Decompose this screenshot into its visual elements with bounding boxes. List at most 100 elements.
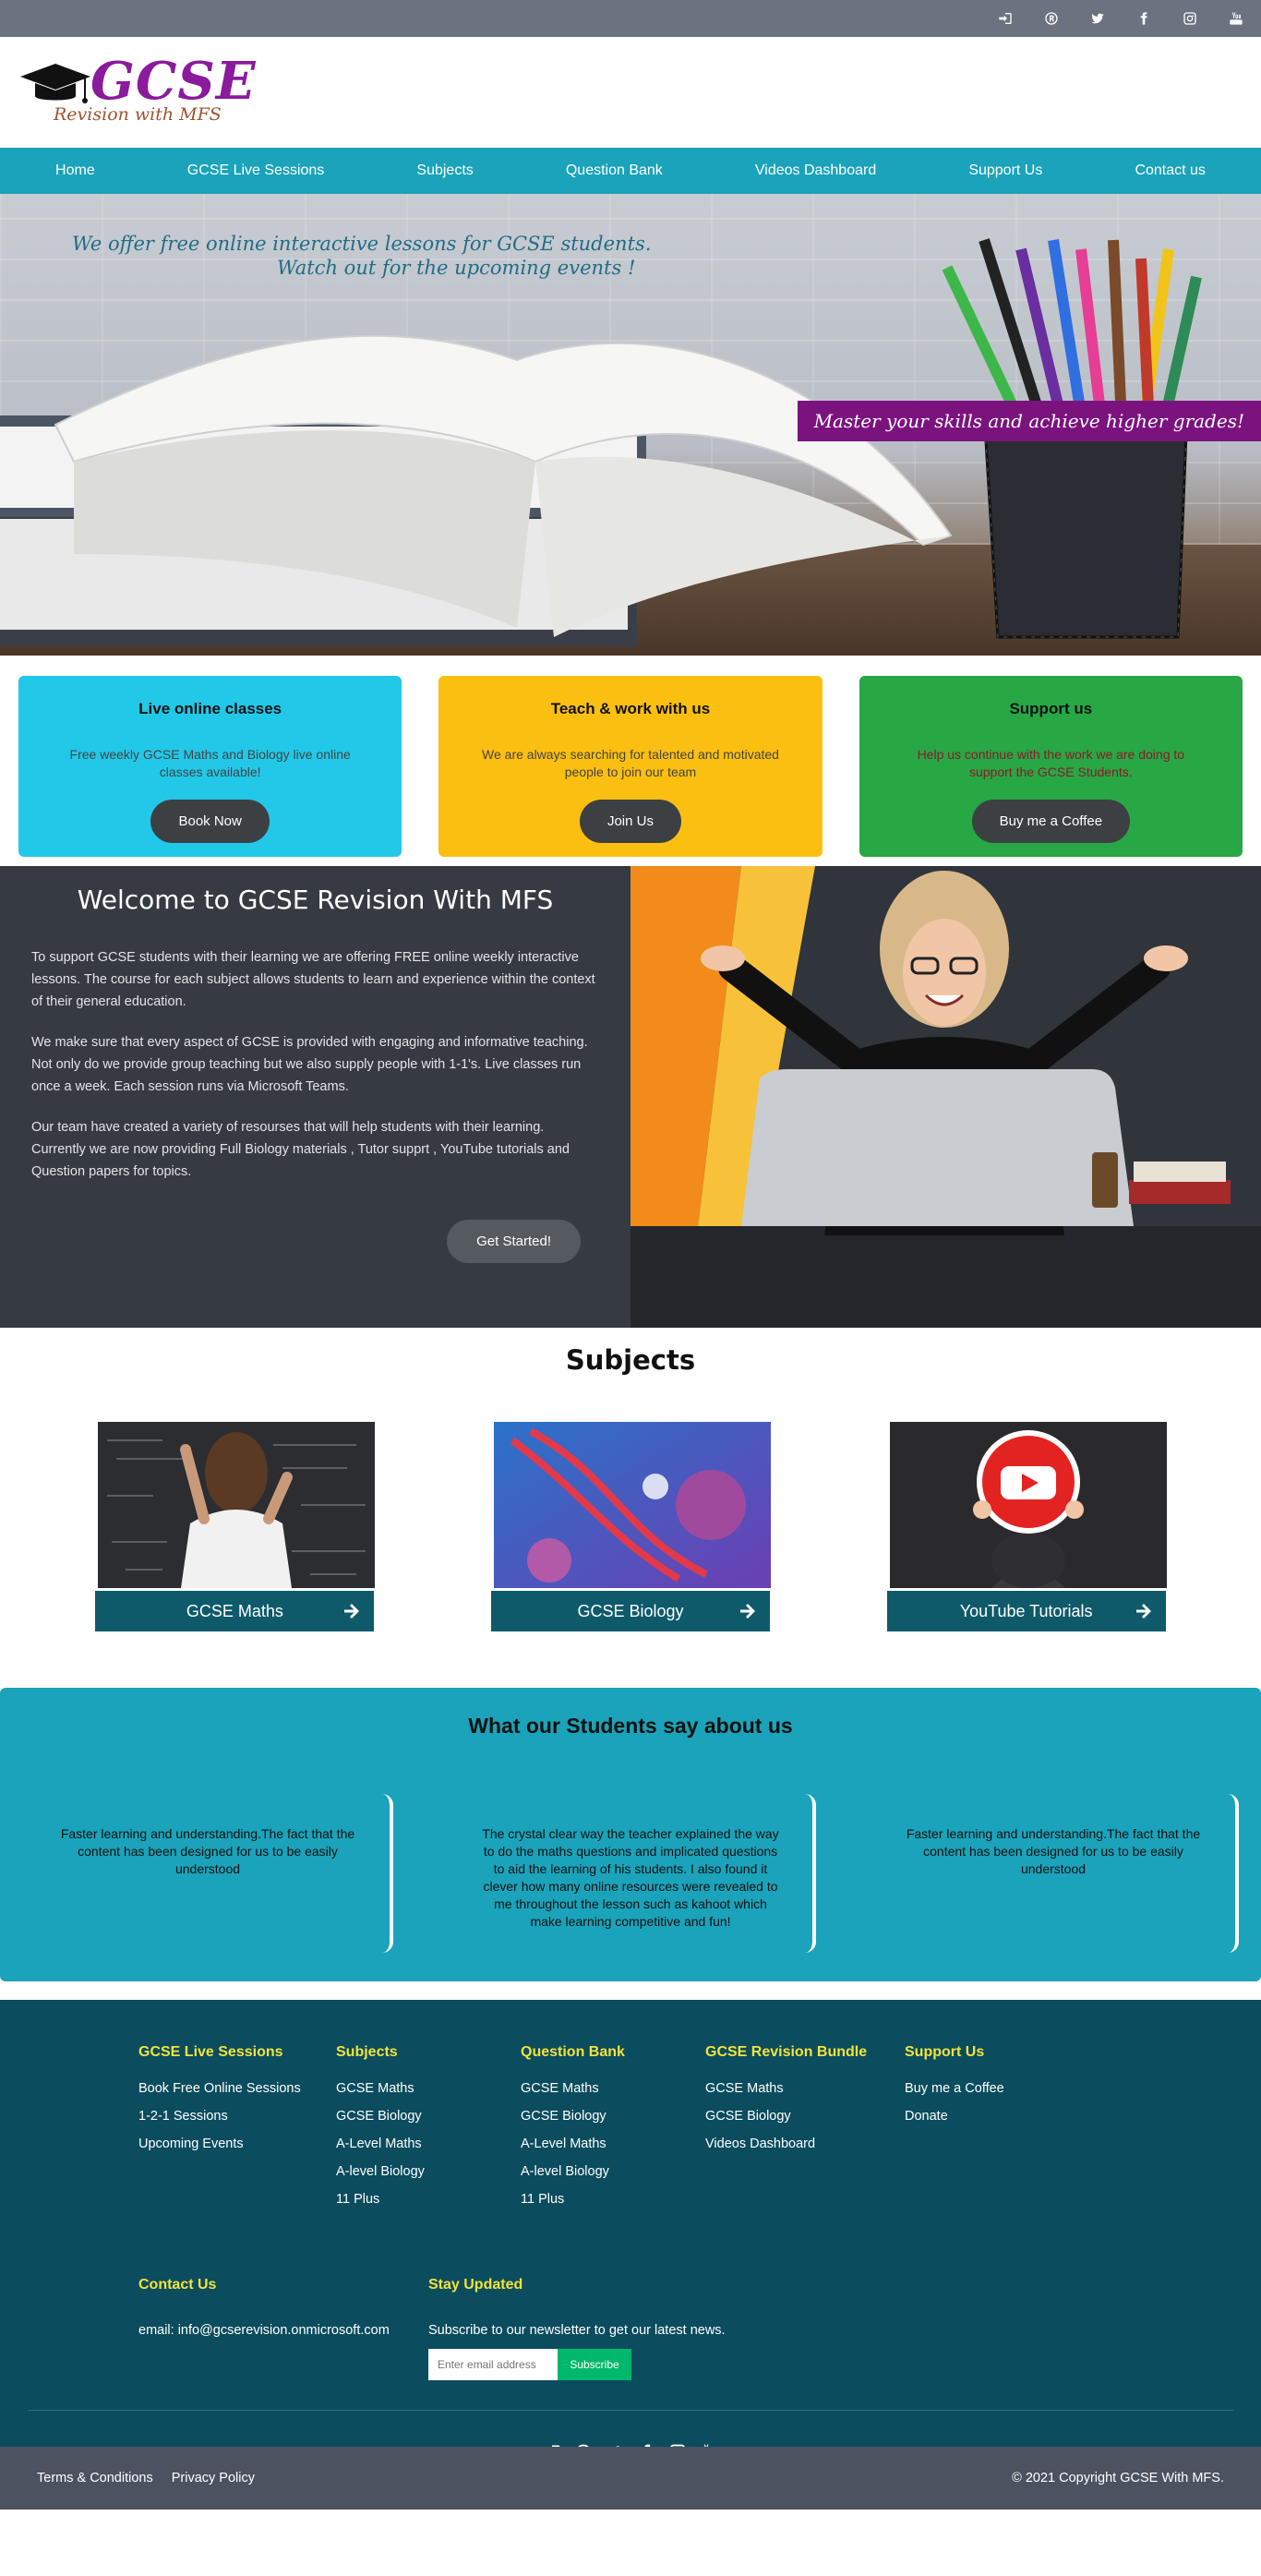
contact-email[interactable]: email: info@gcserevision.onmicrosoft.com bbox=[138, 2323, 390, 2338]
footer-link[interactable]: GCSE Biology bbox=[705, 2109, 905, 2124]
subscribe-form: Subscribe bbox=[428, 2349, 726, 2380]
subject-bar[interactable]: GCSE Maths bbox=[95, 1591, 375, 1631]
youtube-icon[interactable] bbox=[1228, 10, 1244, 27]
nav-live-sessions[interactable]: GCSE Live Sessions bbox=[187, 163, 325, 179]
youtube-tutorials-image bbox=[889, 1422, 1167, 1588]
footer-link[interactable]: A-level Biology bbox=[521, 2164, 705, 2179]
subject-card-maths[interactable]: GCSE Maths bbox=[95, 1422, 376, 1631]
nav-contact-us[interactable]: Contact us bbox=[1135, 163, 1205, 179]
card-text: Free weekly GCSE Maths and Biology live … bbox=[69, 747, 351, 779]
footer-col-support-us: Support Us Buy me a Coffee Donate bbox=[905, 2044, 1052, 2220]
site-footer: GCSE Live Sessions Book Free Online Sess… bbox=[0, 2000, 1261, 2510]
testimonial-quote: Faster learning and understanding.The fa… bbox=[864, 1794, 1243, 1956]
card-text: We are always searching for talented and… bbox=[482, 747, 779, 779]
nav-question-bank[interactable]: Question Bank bbox=[566, 163, 663, 179]
footer-link[interactable]: Donate bbox=[905, 2109, 1052, 2124]
facebook-icon[interactable] bbox=[1135, 10, 1152, 27]
nav-subjects[interactable]: Subjects bbox=[416, 163, 473, 179]
footer-link[interactable]: A-Level Maths bbox=[336, 2137, 521, 2151]
footer-col-title: GCSE Live Sessions bbox=[138, 2044, 283, 2060]
hero-tagline-banner: Master your skills and achieve higher gr… bbox=[797, 401, 1261, 441]
footer-link[interactable]: Buy me a Coffee bbox=[905, 2081, 1052, 2096]
site-header: GCSE Revision with MFS bbox=[0, 37, 1261, 148]
footer-divider bbox=[28, 2410, 1233, 2411]
logo-tagline: Revision with MFS bbox=[54, 104, 222, 125]
welcome-paragraph: We make sure that every aspect of GCSE i… bbox=[31, 1035, 588, 1094]
subject-card-youtube[interactable]: YouTube Tutorials bbox=[886, 1422, 1167, 1631]
login-icon[interactable] bbox=[997, 10, 1014, 27]
footer-contact: Contact Us email: info@gcserevision.onmi… bbox=[138, 2277, 390, 2338]
arrow-right-icon bbox=[739, 1604, 755, 1619]
footer-col-live-sessions: GCSE Live Sessions Book Free Online Sess… bbox=[138, 2044, 336, 2220]
open-book-illustration bbox=[0, 334, 953, 646]
footer-link[interactable]: GCSE Maths bbox=[521, 2081, 705, 2096]
main-nav: Home GCSE Live Sessions Subjects Questio… bbox=[0, 148, 1261, 194]
card-live-classes: Live online classes Free weekly GCSE Mat… bbox=[18, 676, 402, 857]
footer-link[interactable]: GCSE Biology bbox=[521, 2109, 705, 2124]
testimonials-title: What our Students say about us bbox=[468, 1714, 793, 1738]
buy-coffee-button[interactable]: Buy me a Coffee bbox=[971, 800, 1131, 843]
footer-link[interactable]: GCSE Maths bbox=[336, 2081, 521, 2096]
subject-bar[interactable]: GCSE Biology bbox=[490, 1591, 770, 1631]
top-bar bbox=[0, 0, 1261, 37]
welcome-title: Welcome to GCSE Revision With MFS bbox=[77, 885, 554, 915]
footer-col-title: Question Bank bbox=[521, 2044, 625, 2060]
arrow-right-icon bbox=[344, 1604, 360, 1619]
footer-link[interactable]: Videos Dashboard bbox=[705, 2137, 905, 2151]
join-us-button[interactable]: Join Us bbox=[579, 800, 681, 843]
feature-cards: Live online classes Free weekly GCSE Mat… bbox=[0, 656, 1261, 866]
footer-newsletter: Stay Updated Subscribe to our newsletter… bbox=[428, 2277, 726, 2380]
newsletter-title: Stay Updated bbox=[428, 2277, 523, 2293]
footer-col-title: Support Us bbox=[905, 2044, 985, 2060]
instagram-icon[interactable] bbox=[1182, 10, 1198, 27]
book-now-button[interactable]: Book Now bbox=[150, 800, 270, 843]
welcome-paragraph: Our team have created a variety of resou… bbox=[31, 1120, 570, 1179]
hero-banner: We offer free online interactive lessons… bbox=[0, 194, 1261, 656]
site-logo[interactable]: GCSE Revision with MFS bbox=[18, 51, 256, 134]
footer-col-title: GCSE Revision Bundle bbox=[705, 2044, 868, 2060]
subject-label: GCSE Biology bbox=[577, 1601, 684, 1620]
footer-link[interactable]: 11 Plus bbox=[521, 2192, 705, 2207]
logo-wordmark: GCSE bbox=[90, 51, 257, 112]
twitter-icon[interactable] bbox=[1089, 10, 1106, 27]
footer-link[interactable]: GCSE Maths bbox=[705, 2081, 905, 2096]
student-laptop-photo bbox=[630, 866, 1261, 1328]
nav-home[interactable]: Home bbox=[55, 163, 95, 179]
footer-link[interactable]: GCSE Biology bbox=[336, 2109, 521, 2124]
card-teach-work: Teach & work with us We are always searc… bbox=[438, 676, 823, 857]
subjects-section: Subjects GCSE Maths GCSE Biology YouTube… bbox=[0, 1328, 1261, 1688]
card-title: Support us bbox=[1009, 700, 1093, 717]
newsletter-email-input[interactable] bbox=[428, 2349, 558, 2380]
footer-col-subjects: Subjects GCSE Maths GCSE Biology A-Level… bbox=[336, 2044, 521, 2220]
maths-blackboard-image bbox=[98, 1422, 376, 1588]
welcome-paragraph: To support GCSE students with their lear… bbox=[31, 950, 595, 1009]
get-started-button[interactable]: Get Started! bbox=[447, 1220, 581, 1263]
footer-link[interactable]: A-level Biology bbox=[336, 2164, 521, 2179]
subject-label: GCSE Maths bbox=[186, 1601, 283, 1620]
subject-bar[interactable]: YouTube Tutorials bbox=[886, 1591, 1166, 1631]
testimonials-section: What our Students say about us Faster le… bbox=[0, 1688, 1261, 1981]
nav-videos-dashboard[interactable]: Videos Dashboard bbox=[755, 163, 876, 179]
footer-link[interactable]: Book Free Online Sessions bbox=[138, 2081, 336, 2096]
hero-line-1: We offer free online interactive lessons… bbox=[72, 233, 652, 255]
terms-link[interactable]: Terms & Conditions bbox=[37, 2471, 153, 2486]
footer-col-title: Subjects bbox=[336, 2044, 398, 2060]
welcome-section: Welcome to GCSE Revision With MFS To sup… bbox=[0, 866, 1261, 1328]
subject-card-biology[interactable]: GCSE Biology bbox=[490, 1422, 771, 1631]
biology-dna-image bbox=[493, 1422, 771, 1588]
footer-bottom-bar: Terms & Conditions Privacy Policy © 2021… bbox=[0, 2447, 1261, 2510]
arrow-right-icon bbox=[1135, 1604, 1151, 1619]
footer-col-question-bank: Question Bank GCSE Maths GCSE Biology A-… bbox=[521, 2044, 705, 2220]
contact-title: Contact Us bbox=[138, 2277, 217, 2293]
subscribe-button[interactable]: Subscribe bbox=[558, 2349, 631, 2380]
nav-support-us[interactable]: Support Us bbox=[968, 163, 1042, 179]
footer-link[interactable]: 11 Plus bbox=[336, 2192, 521, 2207]
card-text: Help us continue with the work we are do… bbox=[917, 747, 1185, 779]
registered-icon[interactable] bbox=[1043, 10, 1060, 27]
privacy-link[interactable]: Privacy Policy bbox=[172, 2471, 255, 2486]
footer-link[interactable]: 1-2-1 Sessions bbox=[138, 2109, 336, 2124]
footer-link[interactable]: Upcoming Events bbox=[138, 2137, 336, 2151]
copyright-text: © 2021 Copyright GCSE With MFS. bbox=[1012, 2471, 1224, 2486]
footer-link[interactable]: A-Level Maths bbox=[521, 2137, 705, 2151]
card-title: Teach & work with us bbox=[550, 700, 711, 717]
